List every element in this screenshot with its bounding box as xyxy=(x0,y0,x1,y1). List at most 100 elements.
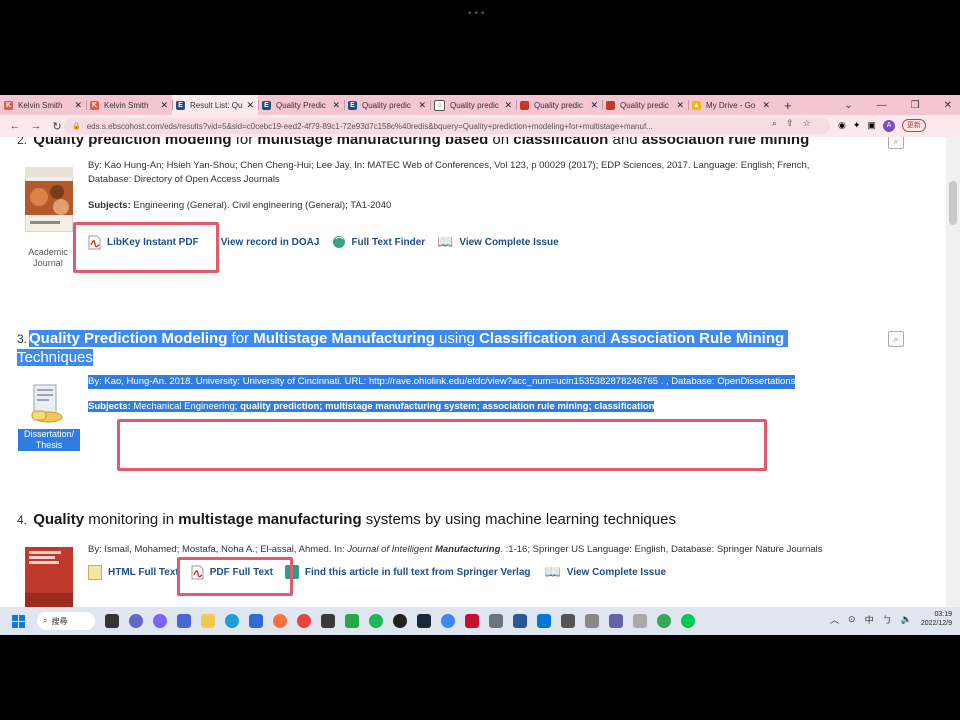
new-tab-button[interactable]: + xyxy=(774,98,802,113)
preview-icon[interactable]: ⌕ xyxy=(888,331,904,347)
network-icon[interactable]: ⊙ xyxy=(848,614,856,625)
view-complete-issue-link[interactable]: 📖 View Complete Issue xyxy=(437,234,558,250)
app-icon[interactable] xyxy=(489,614,503,628)
ime-mode-icon[interactable]: ㄅ xyxy=(883,613,892,626)
clock[interactable]: 03:19 2022/12/9 xyxy=(921,610,952,628)
forward-button[interactable]: → xyxy=(30,120,42,132)
app-icon[interactable] xyxy=(633,614,647,628)
task-view-icon[interactable] xyxy=(105,614,119,628)
update-button[interactable]: 更新 xyxy=(901,119,926,132)
close-icon[interactable]: ✕ xyxy=(160,100,168,111)
tab-active[interactable]: E Result List: Qu ✕ xyxy=(172,95,258,115)
chevron-up-icon[interactable]: ︿ xyxy=(830,613,839,626)
scrollbar-thumb[interactable] xyxy=(949,181,957,225)
tab-favicon-icon: K xyxy=(90,100,99,110)
app-icon[interactable] xyxy=(345,614,359,628)
extension-icon[interactable]: ◉ xyxy=(838,120,846,131)
link-label: View record in DOAJ xyxy=(220,236,320,248)
springer-link[interactable]: Find this article in full text from Spri… xyxy=(284,565,531,579)
app-icon[interactable] xyxy=(129,614,143,628)
result-title-continued[interactable]: Techniques xyxy=(17,349,93,366)
result-number: 3. xyxy=(17,332,28,346)
app-icon[interactable] xyxy=(585,614,599,628)
title-segment: on xyxy=(488,137,514,148)
firefox-icon[interactable] xyxy=(273,614,287,628)
app-icon[interactable] xyxy=(561,614,575,628)
doaj-link[interactable]: View record in DOAJ xyxy=(221,237,320,248)
volume-icon[interactable]: 🔈 xyxy=(901,614,912,625)
tab[interactable]: K Kelvin Smith ✕ xyxy=(86,95,172,115)
chat-icon[interactable] xyxy=(153,614,167,628)
line-icon[interactable] xyxy=(681,614,695,628)
close-icon[interactable]: ✕ xyxy=(676,100,684,111)
results-page: 2. Quality prediction modeling for multi… xyxy=(0,137,946,607)
tab[interactable]: ○ Quality predic ✕ xyxy=(430,95,516,115)
profile-avatar[interactable]: A xyxy=(882,119,895,132)
publication-type-label: Dissertation/ Thesis xyxy=(18,429,80,451)
close-window-button[interactable]: ✕ xyxy=(944,100,952,111)
journal-cover-thumbnail[interactable] xyxy=(24,166,74,233)
close-icon[interactable]: ✕ xyxy=(74,100,82,111)
store-icon[interactable] xyxy=(249,614,263,628)
html-full-text-link[interactable]: HTML Full Text xyxy=(88,564,179,580)
tab-search-icon[interactable]: ⌄ xyxy=(844,100,852,111)
close-icon[interactable]: ✕ xyxy=(762,100,770,111)
close-icon[interactable]: ✕ xyxy=(504,100,512,111)
result-title[interactable]: 2. Quality prediction modeling for multi… xyxy=(17,137,809,148)
tab[interactable]: E Quality predic ✕ xyxy=(344,95,430,115)
puzzle-icon[interactable]: ✦ xyxy=(853,120,861,131)
teams-icon[interactable] xyxy=(609,614,623,628)
view-complete-issue-link[interactable]: 📖 View Complete Issue xyxy=(545,564,666,580)
steam-icon[interactable] xyxy=(417,614,431,628)
mcafee-icon[interactable] xyxy=(465,614,479,628)
zoom-icon[interactable]: ⌕ xyxy=(772,118,777,129)
chrome-icon[interactable] xyxy=(297,614,311,628)
windows-taskbar: ⌕ 搜尋 ︿ ⊙ 中 ㄅ 🔈 03:19 2022/12/9 xyxy=(0,607,960,635)
journal-cover-thumbnail[interactable] xyxy=(25,547,73,607)
windows-start-icon[interactable] xyxy=(12,614,25,628)
tab[interactable]: ▲ My Drive - Go ✕ xyxy=(688,95,774,115)
preview-icon[interactable]: ⌕ xyxy=(888,137,904,149)
spotify-icon[interactable] xyxy=(369,614,383,628)
link-label: View Complete Issue xyxy=(459,236,559,248)
result-meta: By: Ismail, Mohamed; Mostafa, Noha A.; E… xyxy=(88,543,928,557)
title-segment: using xyxy=(434,330,480,347)
file-explorer-icon[interactable] xyxy=(201,614,215,628)
back-button[interactable]: ← xyxy=(9,120,21,132)
full-text-finder-link[interactable]: ⌒ Full Text Finder xyxy=(333,236,425,248)
tab[interactable]: K Kelvin Smith ✕ xyxy=(0,95,86,115)
book-icon: 📖 xyxy=(437,234,454,249)
tab[interactable]: E Quality Predic ✕ xyxy=(258,95,344,115)
reload-button[interactable]: ↻ xyxy=(51,120,63,133)
maximize-button[interactable]: ❐ xyxy=(911,100,920,111)
tab[interactable]: Quality predic ✕ xyxy=(602,95,688,115)
title-segment: Multistage Manufacturing xyxy=(253,330,435,347)
clock-date: 2022/12/9 xyxy=(920,620,952,627)
chrome-icon[interactable] xyxy=(441,614,455,628)
close-icon[interactable]: ✕ xyxy=(246,100,254,111)
app-icon[interactable] xyxy=(393,614,407,628)
result-title[interactable]: 4. Quality monitoring in multistage manu… xyxy=(17,511,676,528)
share-icon[interactable]: ⇪ xyxy=(786,118,794,129)
word-icon[interactable] xyxy=(513,614,527,628)
chrome-icon[interactable] xyxy=(657,614,671,628)
result-title[interactable]: 3. Quality Prediction Modeling for Multis… xyxy=(17,330,789,347)
app-icon[interactable] xyxy=(537,614,551,628)
taskbar-search[interactable]: ⌕ 搜尋 xyxy=(37,612,95,630)
close-icon[interactable]: ✕ xyxy=(590,100,598,111)
side-panel-icon[interactable]: ▣ xyxy=(867,120,876,131)
close-icon[interactable]: ✕ xyxy=(418,100,426,111)
edge-icon[interactable] xyxy=(225,614,239,628)
dissertation-icon[interactable] xyxy=(28,383,64,425)
title-segment: Association Rule Mining xyxy=(610,330,785,347)
bookmark-star-icon[interactable]: ☆ xyxy=(803,118,811,129)
app-icon[interactable] xyxy=(177,614,191,628)
tab[interactable]: Quality predic ✕ xyxy=(516,95,602,115)
url-field[interactable]: 🔒 eds.s.ebscohost.com/eds/results?vid=5&… xyxy=(64,118,830,134)
minimize-button[interactable]: — xyxy=(877,100,887,111)
close-icon[interactable]: ✕ xyxy=(332,100,340,111)
page-scrollbar[interactable] xyxy=(946,137,960,607)
app-icon[interactable] xyxy=(321,614,335,628)
ime-indicator[interactable]: 中 xyxy=(865,613,874,626)
tab-label: Result List: Qu xyxy=(190,100,243,110)
